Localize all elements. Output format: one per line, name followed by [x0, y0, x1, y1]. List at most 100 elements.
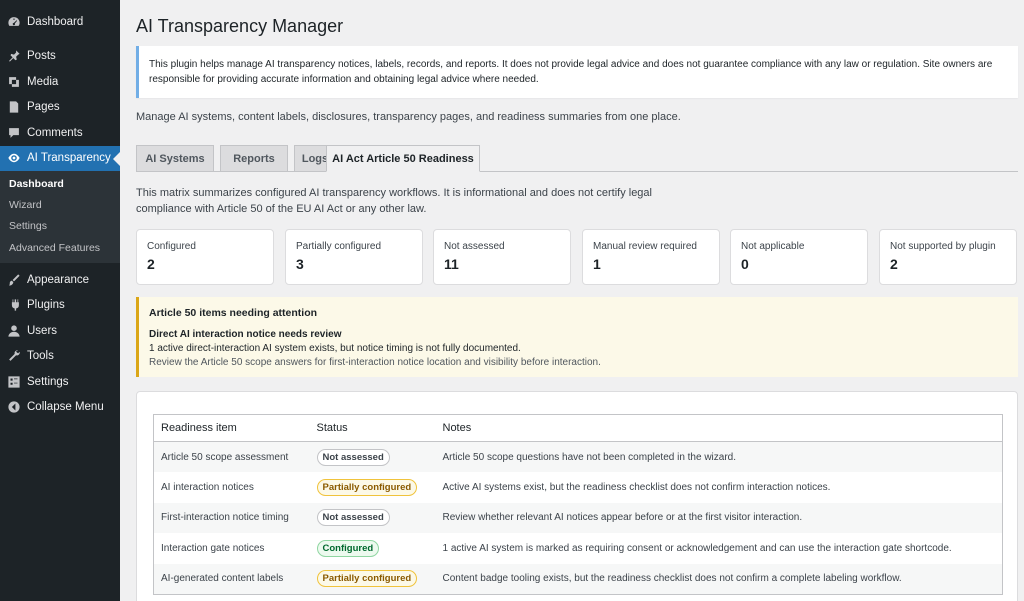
- page-title: AI Transparency Manager: [136, 16, 344, 36]
- sidebar-item-label: Comments: [27, 126, 83, 139]
- sidebar-item-media[interactable]: Media: [0, 69, 120, 95]
- collapse-icon: [6, 400, 21, 415]
- stat-value: 0: [741, 256, 749, 272]
- sidebar-item-label: Collapse Menu: [27, 401, 104, 413]
- comments-icon: [6, 125, 21, 140]
- stat-label: Partially configured: [296, 241, 382, 252]
- notes-cell: Review whether relevant AI notices appea…: [435, 502, 1003, 533]
- sidebar-item-label: Posts: [27, 50, 56, 63]
- notes-cell: Active AI systems exist, but the readine…: [442, 481, 831, 493]
- media-icon: [6, 74, 21, 89]
- sidebar-item-label: Users: [27, 324, 58, 337]
- status-badge: Partially configured: [316, 570, 418, 587]
- sidebar-item-users[interactable]: Users: [0, 318, 120, 344]
- readiness-item: Article 50 scope assessment: [153, 441, 310, 472]
- sidebar-item-label: Media: [27, 75, 59, 88]
- tab-ai-systems[interactable]: AI Systems: [136, 145, 214, 172]
- plug-icon: [6, 298, 21, 313]
- attention-item-hint: Review the Article 50 scope answers for …: [149, 357, 601, 368]
- stat-card-partially-configured: Partially configured 3: [285, 229, 423, 285]
- sidebar-item-label: Pages: [27, 101, 60, 114]
- sidebar-item-tools[interactable]: Tools: [0, 343, 120, 369]
- dashboard-icon: [6, 14, 21, 29]
- notes-cell: Content badge tooling exists, but the re…: [435, 563, 1003, 594]
- notes-cell: Article 50 scope questions have not been…: [435, 441, 1003, 472]
- stat-value: 11: [444, 256, 459, 272]
- table-header-row: Readiness item Status Notes: [153, 414, 1003, 442]
- eye-icon: [6, 151, 21, 166]
- readiness-item: AI interaction notices: [161, 481, 254, 493]
- sidebar-item-settings[interactable]: Settings: [0, 369, 120, 395]
- stat-card-not-assessed: Not assessed 11: [433, 229, 571, 285]
- stat-card-manual-review: Manual review required 1: [582, 229, 720, 285]
- readiness-item: AI-generated content labels: [153, 563, 310, 594]
- column-header: Readiness item: [153, 414, 310, 442]
- stat-value: 2: [147, 256, 155, 272]
- sidebar-item-dashboard[interactable]: Dashboard: [0, 9, 120, 35]
- readiness-table: Readiness item Status Notes Article 50 s…: [153, 414, 1003, 595]
- sidebar-item-plugins[interactable]: Plugins: [0, 292, 120, 318]
- readiness-table-panel: Readiness item Status Notes Article 50 s…: [136, 391, 1018, 601]
- tab-bar: AI Systems Reports Logs AI Act Article 5…: [136, 145, 1018, 172]
- status-badge: Partially configured: [316, 478, 418, 496]
- status-badge: Configured: [316, 539, 380, 557]
- sidebar-item-label: Appearance: [27, 273, 90, 286]
- tab-reports[interactable]: Reports: [220, 145, 288, 172]
- table-row: First-interaction notice timing Not asse…: [153, 502, 1003, 533]
- stat-label: Not assessed: [444, 241, 505, 252]
- sidebar-item-label: Plugins: [27, 299, 65, 311]
- stat-card-configured: Configured 2: [136, 229, 274, 285]
- status-badge: Not assessed: [316, 448, 390, 466]
- submenu-settings[interactable]: Settings: [0, 216, 120, 237]
- submenu-wizard[interactable]: Wizard: [0, 195, 120, 216]
- sidebar-item-pages[interactable]: Pages: [0, 95, 120, 121]
- sidebar-item-label: Dashboard: [27, 15, 84, 28]
- column-header: Status: [309, 414, 436, 442]
- stat-value: 2: [890, 256, 898, 272]
- attention-item-text: 1 active direct-interaction AI system ex…: [149, 343, 521, 354]
- column-header: Notes: [435, 414, 1003, 442]
- status-badge: Not assessed: [316, 509, 390, 527]
- readiness-description: This matrix summarizes configured AI tra…: [136, 187, 652, 215]
- disclaimer-notice: This plugin helps manage AI transparency…: [136, 46, 1018, 98]
- submenu-advanced-features[interactable]: Advanced Features: [0, 238, 120, 259]
- sidebar-item-posts[interactable]: Posts: [0, 44, 120, 70]
- wrench-icon: [6, 349, 21, 364]
- stat-label: Configured: [147, 241, 196, 252]
- sidebar-item-collapse-menu[interactable]: Collapse Menu: [0, 394, 120, 420]
- sidebar-item-label: AI Transparency: [27, 152, 111, 165]
- sidebar-item-label: Settings: [27, 375, 69, 388]
- table-row: AI-generated content labels Partially co…: [153, 563, 1003, 594]
- tab-article-50-readiness[interactable]: AI Act Article 50 Readiness: [326, 145, 480, 172]
- user-icon: [6, 323, 21, 338]
- admin-sidebar: Dashboard Posts Media Pages Comments AI …: [0, 0, 120, 601]
- settings-icon: [6, 374, 21, 389]
- attention-notice: Article 50 items needing attention Direc…: [136, 297, 1018, 377]
- readiness-item: Interaction gate notices: [161, 542, 265, 554]
- main-content: AI Transparency Manager This plugin help…: [120, 0, 1024, 601]
- table-row: Interaction gate notices Configured 1 ac…: [154, 533, 1003, 564]
- stat-card-not-supported: Not supported by plugin 2: [879, 229, 1017, 285]
- pin-icon: [6, 49, 21, 64]
- sidebar-item-comments[interactable]: Comments: [0, 120, 120, 146]
- stat-card-not-applicable: Not applicable 0: [730, 229, 868, 285]
- readiness-item: First-interaction notice timing: [153, 502, 310, 533]
- table-row: AI interaction notices Partially configu…: [154, 472, 1003, 503]
- stat-label: Manual review required: [593, 241, 697, 252]
- attention-item-title: Direct AI interaction notice needs revie…: [149, 329, 342, 340]
- table-row: Article 50 scope assessment Not assessed…: [153, 441, 1003, 472]
- sidebar-item-appearance[interactable]: Appearance: [0, 267, 120, 293]
- sidebar-item-ai-transparency[interactable]: AI Transparency: [0, 145, 120, 171]
- stat-value: 1: [593, 256, 601, 272]
- page-intro: Manage AI systems, content labels, discl…: [136, 111, 681, 123]
- submenu-dashboard[interactable]: Dashboard: [0, 174, 120, 195]
- notes-cell: 1 active AI system is marked as requirin…: [442, 542, 952, 554]
- stat-label: Not supported by plugin: [890, 241, 996, 252]
- pages-icon: [6, 100, 21, 115]
- attention-heading: Article 50 items needing attention: [149, 307, 318, 319]
- ai-transparency-submenu: Dashboard Wizard Settings Advanced Featu…: [0, 171, 120, 263]
- brush-icon: [6, 272, 21, 287]
- sidebar-item-label: Tools: [27, 350, 54, 362]
- stat-label: Not applicable: [741, 241, 805, 252]
- stat-value: 3: [296, 256, 304, 272]
